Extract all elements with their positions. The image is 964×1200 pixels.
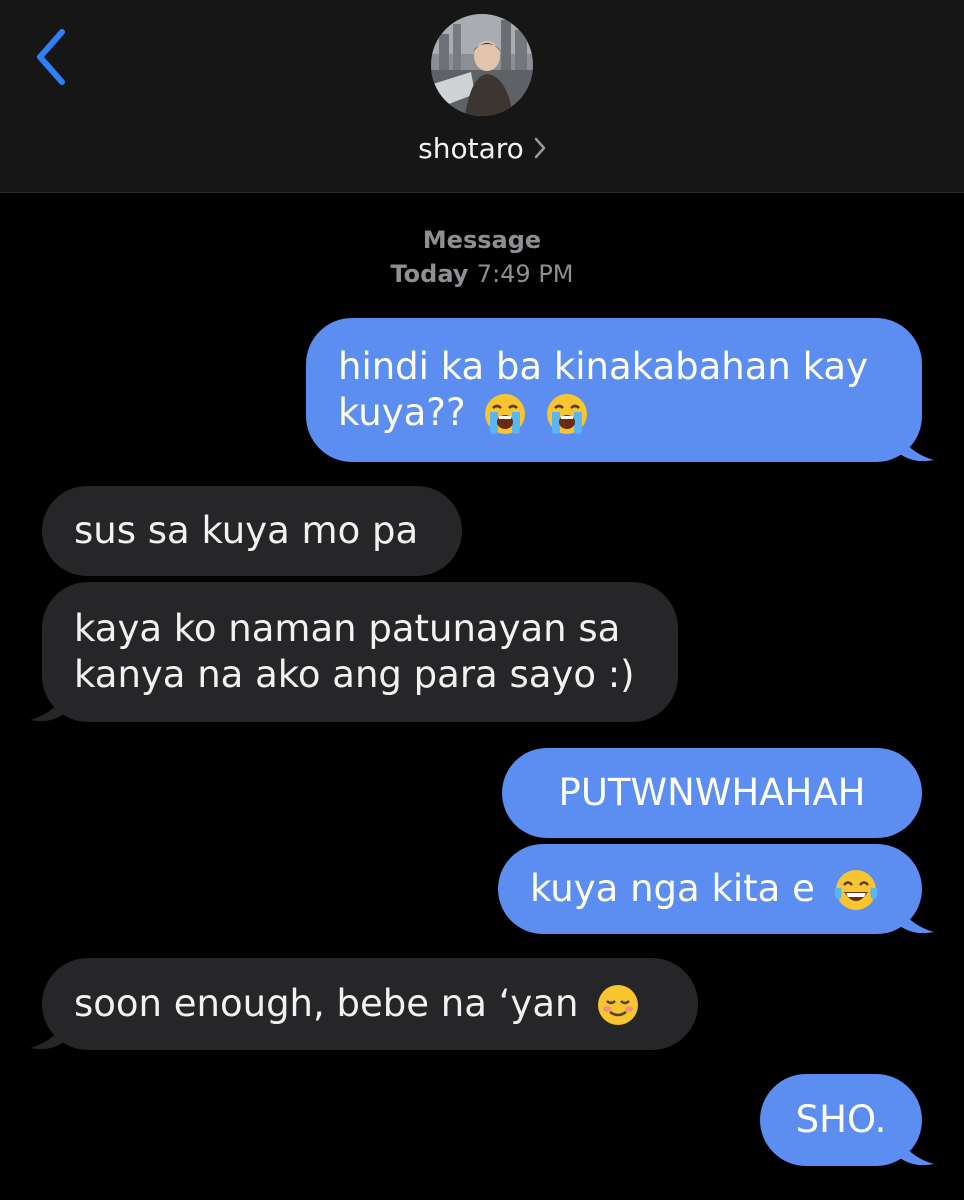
message-line: kuya nga kita e: [530, 866, 890, 913]
contact-name-button[interactable]: shotaro: [0, 126, 964, 170]
back-button[interactable]: [26, 24, 76, 90]
message-line: soon enough, bebe na ‘yan: [74, 981, 666, 1028]
message-bubble-outgoing[interactable]: PUTWNWHAHAH: [502, 748, 922, 838]
conversation-header: shotaro: [0, 0, 964, 193]
message-line: kanya na ako ang para sayo :): [74, 653, 635, 696]
message-line: hindi ka ba kinakabahan kay: [338, 344, 868, 388]
message-line: PUTWNWHAHAH: [558, 771, 866, 814]
message-bubble-outgoing[interactable]: hindi ka ba kinakabahan kay kuya??: [306, 318, 922, 462]
face-with-tears-of-joy-icon: [834, 870, 878, 911]
message-bubble-incoming[interactable]: kaya ko naman patunayan sa kanya na ako …: [42, 582, 678, 722]
message-line: sus sa kuya mo pa: [74, 509, 419, 552]
time-label: 7:49 PM: [476, 260, 574, 288]
message-text: kuya nga kita e: [530, 866, 815, 910]
smiling-face-icon: [598, 985, 639, 1026]
bubble-tail: [900, 1140, 934, 1166]
message-bubble-outgoing[interactable]: kuya nga kita e: [498, 844, 922, 934]
timestamp: Today 7:49 PM: [0, 260, 964, 288]
chevron-right-icon: [534, 137, 546, 159]
message-line: kaya ko naman patunayan sa: [74, 607, 621, 650]
bubble-tail: [900, 436, 934, 462]
message-line: SHO.: [795, 1098, 887, 1141]
avatar-image: [431, 14, 533, 116]
contact-avatar[interactable]: [431, 14, 533, 116]
service-label: Message: [422, 226, 542, 254]
message-bubble-incoming[interactable]: soon enough, bebe na ‘yan: [42, 958, 698, 1050]
message-bubble-outgoing[interactable]: SHO.: [760, 1074, 922, 1166]
loudly-crying-face-icon: [547, 394, 588, 435]
contact-name: shotaro: [418, 131, 524, 165]
bubble-tail: [30, 696, 64, 722]
message-text: soon enough, bebe na ‘yan: [74, 981, 579, 1025]
bubble-tail: [900, 908, 934, 934]
message-bubble-incoming[interactable]: sus sa kuya mo pa: [42, 486, 462, 576]
loudly-crying-face-icon: [485, 394, 526, 435]
bubble-tail: [30, 1024, 64, 1050]
message-line: kuya??: [338, 390, 890, 437]
date-label: Today: [390, 260, 469, 288]
message-text: kuya??: [338, 390, 466, 434]
chevron-left-icon: [37, 29, 65, 85]
